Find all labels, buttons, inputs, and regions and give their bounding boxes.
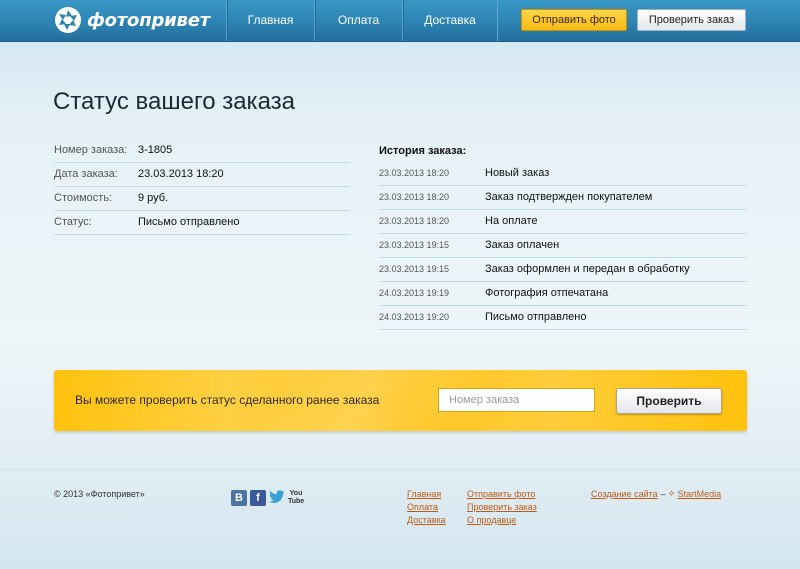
order-date-row: Дата заказа: 23.03.2013 18:20 — [54, 163, 350, 187]
order-number-row: Номер заказа: 3-1805 — [54, 139, 350, 163]
history-row: 23.03.2013 18:20 Новый заказ — [379, 162, 747, 186]
footer-divider — [0, 469, 800, 470]
footer-links-col2: Отправить фото Проверить заказ О продавц… — [467, 488, 537, 527]
logo[interactable]: фотопривет — [54, 5, 210, 35]
order-history: История заказа: 23.03.2013 18:20 Новый з… — [379, 140, 747, 330]
order-number-value: 3-1805 — [138, 144, 173, 156]
order-date-label: Дата заказа: — [54, 168, 118, 180]
history-event: Заказ оплачен — [485, 239, 560, 251]
history-event: Новый заказ — [485, 167, 550, 179]
logo-text: фотопривет — [87, 9, 210, 31]
credit-separator: – — [660, 488, 666, 499]
history-event: На оплате — [485, 215, 538, 227]
order-status-label: Статус: — [54, 216, 92, 228]
history-event: Фотография отпечатана — [485, 287, 609, 299]
footer-link-home[interactable]: Главная — [407, 488, 446, 501]
nav-item-home[interactable]: Главная — [226, 0, 314, 41]
history-date: 23.03.2013 18:20 — [379, 168, 450, 178]
history-row: 23.03.2013 19:15 Заказ оформлен и переда… — [379, 258, 747, 282]
page-title: Статус вашего заказа — [53, 88, 296, 115]
history-event: Заказ подтвержден покупателем — [485, 191, 653, 203]
header-bar: фотопривет Главная Оплата Доставка Отпра… — [0, 0, 800, 42]
history-date: 23.03.2013 19:15 — [379, 264, 450, 274]
banner-text: Вы можете проверить статус сделанного ра… — [75, 393, 380, 407]
site-credit: Создание сайта – ⟡ StartMedia — [591, 488, 721, 499]
send-photo-button[interactable]: Отправить фото — [521, 9, 627, 31]
facebook-icon[interactable]: f — [250, 490, 266, 506]
check-order-banner: Вы можете проверить статус сделанного ра… — [54, 370, 747, 431]
history-event: Заказ оформлен и передан в обработку — [485, 263, 690, 275]
nav-item-delivery[interactable]: Доставка — [402, 0, 498, 41]
history-row: 23.03.2013 18:20 Заказ подтвержден покуп… — [379, 186, 747, 210]
order-details: Номер заказа: 3-1805 Дата заказа: 23.03.… — [54, 139, 350, 235]
order-date-value: 23.03.2013 18:20 — [138, 168, 224, 180]
vk-icon[interactable]: В — [231, 490, 247, 506]
nav-item-payment[interactable]: Оплата — [314, 0, 402, 41]
twitter-icon[interactable] — [269, 490, 285, 506]
footer-links-col1: Главная Оплата Доставка — [407, 488, 446, 527]
history-date: 23.03.2013 18:20 — [379, 216, 450, 226]
social-links: В f You Tube — [231, 490, 304, 506]
history-date: 23.03.2013 18:20 — [379, 192, 450, 202]
footer-link-send-photo[interactable]: Отправить фото — [467, 488, 537, 501]
order-cost-label: Стоимость: — [54, 192, 113, 204]
order-status-row: Статус: Письмо отправлено — [54, 211, 350, 235]
order-number-label: Номер заказа: — [54, 144, 128, 156]
startmedia-icon: ⟡ — [668, 488, 675, 498]
check-button[interactable]: Проверить — [616, 388, 722, 414]
history-row: 23.03.2013 18:20 На оплате — [379, 210, 747, 234]
history-row: 24.03.2013 19:19 Фотография отпечатана — [379, 282, 747, 306]
history-row: 24.03.2013 19:20 Письмо отправлено — [379, 306, 747, 330]
history-title: История заказа: — [379, 145, 467, 157]
footer-link-payment[interactable]: Оплата — [407, 501, 446, 514]
history-date: 24.03.2013 19:20 — [379, 312, 450, 322]
credit-link[interactable]: Создание сайта — [591, 489, 658, 499]
history-date: 24.03.2013 19:19 — [379, 288, 450, 298]
copyright: © 2013 «Фотопривет» — [54, 489, 145, 499]
main-nav: Главная Оплата Доставка — [226, 0, 498, 41]
history-date: 23.03.2013 19:15 — [379, 240, 450, 250]
credit-company-link[interactable]: StartMedia — [678, 489, 722, 499]
footer-link-seller[interactable]: О продавце — [467, 514, 537, 527]
footer-link-delivery[interactable]: Доставка — [407, 514, 446, 527]
check-order-button[interactable]: Проверить заказ — [637, 9, 746, 31]
youtube-icon[interactable]: You Tube — [288, 490, 304, 506]
history-event: Письмо отправлено — [485, 311, 587, 323]
order-cost-value: 9 руб. — [138, 192, 169, 204]
order-cost-row: Стоимость: 9 руб. — [54, 187, 350, 211]
logo-aperture-icon — [55, 7, 81, 33]
order-number-input[interactable] — [438, 388, 595, 412]
footer-link-check-order[interactable]: Проверить заказ — [467, 501, 537, 514]
history-row: 23.03.2013 19:15 Заказ оплачен — [379, 234, 747, 258]
order-status-value: Письмо отправлено — [138, 216, 240, 228]
